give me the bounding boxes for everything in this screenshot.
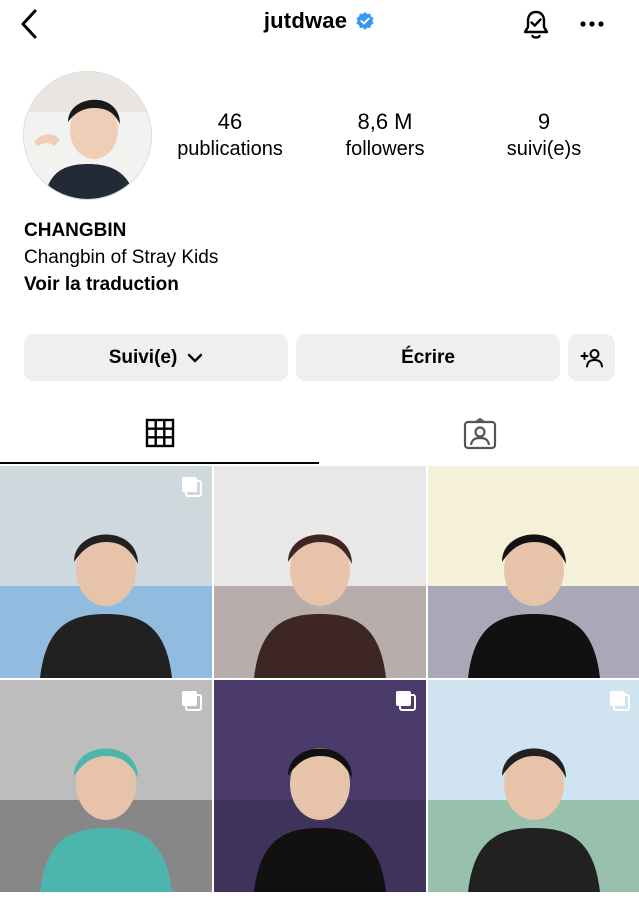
- more-options-button[interactable]: [574, 6, 610, 42]
- tagged-person-icon: [463, 418, 496, 450]
- following-count-value: 9: [537, 109, 551, 134]
- post-thumbnail[interactable]: [214, 680, 426, 892]
- tab-posts-grid[interactable]: [0, 404, 319, 464]
- notifications-button[interactable]: [518, 6, 554, 42]
- profile-bio: CHANGBIN Changbin of Stray Kids Voir la …: [24, 218, 614, 298]
- profile-name: CHANGBIN: [24, 220, 127, 241]
- carousel-icon: [610, 691, 630, 711]
- message-button[interactable]: Écrire: [296, 334, 560, 381]
- profile-tabs: [0, 404, 639, 464]
- profile-avatar[interactable]: [23, 71, 152, 200]
- message-button-label: Écrire: [401, 346, 455, 368]
- post-thumbnail[interactable]: [428, 680, 639, 892]
- carousel-icon: [182, 691, 202, 711]
- post-thumbnail[interactable]: [214, 466, 426, 678]
- bio-text: Changbin of Stray Kids: [24, 247, 219, 268]
- following-button-label: Suivi(e): [108, 346, 178, 368]
- posts-count-value: 46: [217, 109, 243, 134]
- bell-check-icon: [523, 10, 549, 39]
- following-count-label: suivi(e)s: [506, 138, 582, 160]
- carousel-icon: [396, 691, 416, 711]
- more-horizontal-icon: [580, 21, 604, 27]
- post-image: [428, 466, 639, 678]
- carousel-icon: [182, 477, 202, 497]
- post-thumbnail[interactable]: [0, 466, 212, 678]
- followers-count[interactable]: 8,6 M followers: [325, 108, 445, 162]
- posts-count-label: publications: [177, 138, 283, 160]
- grid-icon: [145, 418, 174, 448]
- add-person-icon: [580, 348, 603, 367]
- post-image: [214, 466, 426, 678]
- see-translation-link[interactable]: Voir la traduction: [24, 272, 614, 298]
- followers-count-value: 8,6 M: [357, 109, 413, 134]
- verified-badge-icon: [355, 11, 375, 31]
- following-count[interactable]: 9 suivi(e)s: [490, 108, 598, 162]
- following-button[interactable]: Suivi(e): [24, 334, 288, 381]
- post-image: [428, 680, 639, 892]
- profile-header: jutdwae: [0, 0, 639, 48]
- post-thumbnail[interactable]: [428, 466, 639, 678]
- followers-count-label: followers: [345, 138, 425, 160]
- post-thumbnail[interactable]: [0, 680, 212, 892]
- username: jutdwae: [263, 8, 348, 33]
- tab-tagged[interactable]: [320, 404, 639, 464]
- chevron-down-icon: [188, 353, 203, 362]
- suggested-accounts-button[interactable]: [568, 334, 615, 381]
- posts-count: 46 publications: [165, 108, 295, 162]
- posts-grid: [0, 466, 639, 900]
